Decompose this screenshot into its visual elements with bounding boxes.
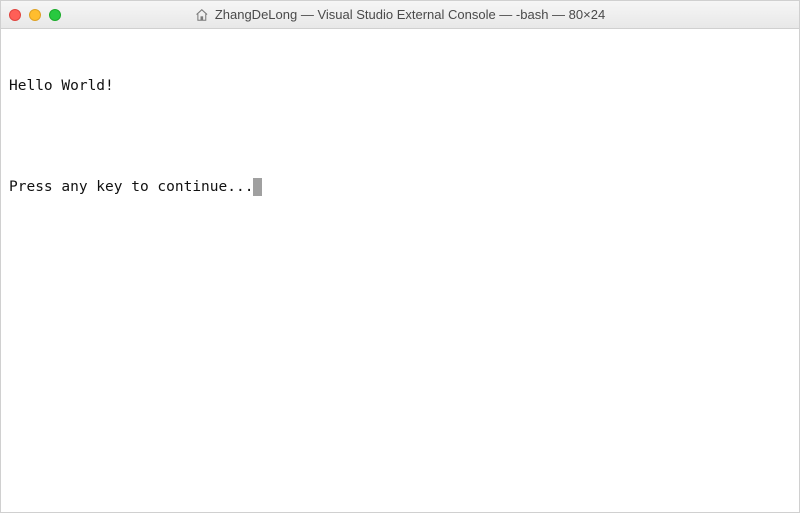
prompt-line: Press any key to continue...: [9, 177, 791, 197]
minimize-icon[interactable]: [29, 9, 41, 21]
output-line: Hello World!: [9, 76, 791, 96]
fullscreen-icon[interactable]: [49, 9, 61, 21]
close-icon[interactable]: [9, 9, 21, 21]
prompt-text: Press any key to continue...: [9, 177, 253, 197]
cursor-icon: [253, 178, 262, 196]
terminal-window: ZhangDeLong — Visual Studio External Con…: [0, 0, 800, 513]
traffic-lights: [9, 9, 61, 21]
titlebar: ZhangDeLong — Visual Studio External Con…: [1, 1, 799, 29]
home-icon: [195, 8, 209, 22]
window-title: ZhangDeLong — Visual Studio External Con…: [215, 7, 605, 22]
window-title-wrap: ZhangDeLong — Visual Studio External Con…: [195, 7, 605, 22]
terminal-body[interactable]: Hello World! Press any key to continue..…: [1, 29, 799, 512]
